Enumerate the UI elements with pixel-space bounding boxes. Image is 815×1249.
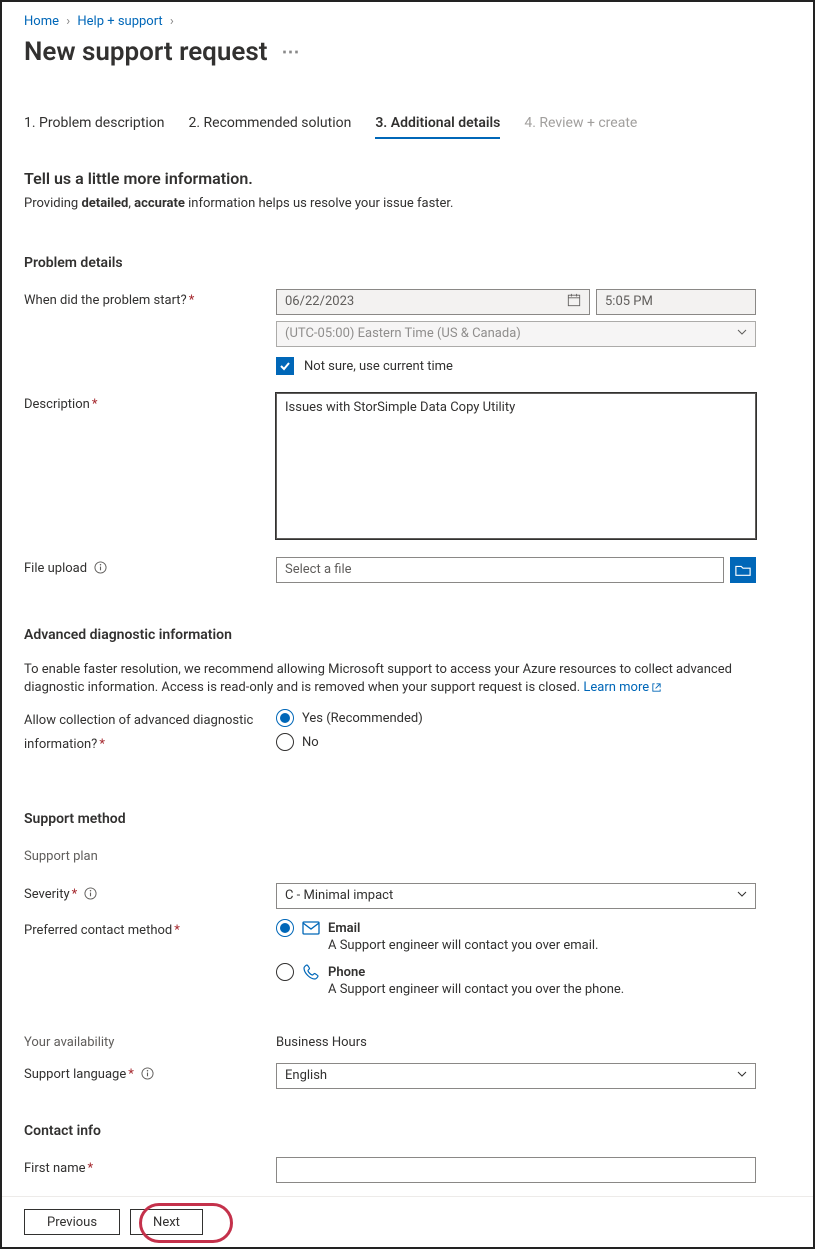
label-allow-diagnostic: Allow collection of advanced diagnostic …: [24, 709, 276, 757]
external-link-icon: [651, 682, 662, 693]
previous-button[interactable]: Previous: [24, 1209, 120, 1235]
radio-contact-phone[interactable]: Phone: [276, 963, 756, 981]
info-icon[interactable]: [141, 1065, 154, 1089]
info-icon[interactable]: [94, 559, 107, 583]
calendar-icon: [567, 293, 581, 312]
wizard-tabs: 1. Problem description 2. Recommended so…: [24, 115, 791, 139]
contact-phone-desc: A Support engineer will contact you over…: [328, 982, 756, 997]
radio-diag-yes[interactable]: Yes (Recommended): [276, 709, 756, 727]
label-preferred-contact: Preferred contact method*: [24, 919, 276, 943]
group-contact-info: Contact info: [24, 1123, 791, 1139]
not-sure-checkbox[interactable]: [276, 357, 294, 375]
tab-recommended-solution[interactable]: 2. Recommended solution: [188, 115, 351, 139]
tab-additional-details[interactable]: 3. Additional details: [375, 115, 500, 139]
wizard-footer: Previous Next: [2, 1196, 813, 1247]
radio-icon: [276, 709, 294, 727]
group-support-method: Support method: [24, 811, 791, 827]
contact-email-desc: A Support engineer will contact you over…: [328, 938, 756, 953]
label-support-language: Support language*: [24, 1063, 276, 1089]
tab-problem-description[interactable]: 1. Problem description: [24, 115, 164, 139]
folder-icon: [735, 563, 751, 577]
timezone-select[interactable]: (UTC-05:00) Eastern Time (US & Canada): [276, 321, 756, 347]
date-input[interactable]: 06/22/2023: [276, 289, 590, 315]
severity-select[interactable]: C - Minimal impact: [276, 883, 756, 909]
first-name-input[interactable]: [276, 1157, 756, 1183]
not-sure-label: Not sure, use current time: [304, 359, 453, 374]
label-when-start: When did the problem start?*: [24, 289, 276, 313]
intro-text: Providing detailed, accurate information…: [24, 196, 791, 211]
page-title: New support request ⋯: [24, 37, 791, 67]
label-availability: Your availability: [24, 1031, 276, 1055]
group-advanced-diagnostic: Advanced diagnostic information: [24, 627, 791, 643]
tab-review-create: 4. Review + create: [524, 115, 637, 139]
next-button[interactable]: Next: [130, 1209, 203, 1235]
radio-contact-email[interactable]: Email: [276, 919, 756, 937]
phone-icon: [302, 963, 320, 981]
learn-more-link[interactable]: Learn more: [583, 680, 662, 695]
radio-icon: [276, 919, 294, 937]
advanced-text: To enable faster resolution, we recommen…: [24, 661, 791, 697]
more-actions-icon[interactable]: ⋯: [281, 42, 300, 63]
label-description: Description*: [24, 393, 276, 417]
group-problem-details: Problem details: [24, 255, 791, 271]
language-select[interactable]: English: [276, 1063, 756, 1089]
info-icon[interactable]: [84, 885, 97, 909]
breadcrumb: Home › Help + support ›: [24, 12, 791, 35]
section-heading-intro: Tell us a little more information.: [24, 169, 791, 188]
radio-diag-no[interactable]: No: [276, 733, 756, 751]
chevron-right-icon: ›: [66, 14, 70, 29]
time-input[interactable]: 5:05 PM: [596, 289, 756, 315]
breadcrumb-home[interactable]: Home: [24, 14, 59, 29]
breadcrumb-help-support[interactable]: Help + support: [77, 14, 162, 29]
label-support-plan: Support plan: [24, 845, 276, 869]
file-browse-button[interactable]: [730, 557, 756, 583]
radio-icon: [276, 733, 294, 751]
email-icon: [302, 919, 320, 937]
chevron-right-icon: ›: [170, 14, 174, 29]
file-select-input[interactable]: Select a file: [276, 557, 724, 583]
label-file-upload: File upload: [24, 557, 276, 583]
value-availability: Business Hours: [276, 1031, 756, 1055]
label-severity: Severity*: [24, 883, 276, 909]
description-textarea[interactable]: Issues with StorSimple Data Copy Utility: [276, 393, 756, 539]
radio-icon: [276, 963, 294, 981]
label-first-name: First name*: [24, 1157, 276, 1181]
